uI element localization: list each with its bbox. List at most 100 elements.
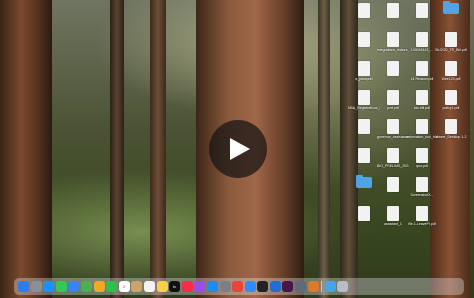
desktop-file-icon[interactable]: automation_tool_trial_assessment <box>406 119 438 139</box>
document-icon <box>358 61 370 76</box>
document-icon <box>416 32 428 47</box>
desktop-file-icon[interactable] <box>348 175 380 189</box>
desktop-file-label: integrations_lecture_trial_assessment <box>377 48 409 52</box>
desktop: a_passport NBA_Registrations_Passport.pdf… <box>0 0 474 298</box>
desktop-file-label: port.pdf <box>387 106 399 110</box>
desktop-file-icon[interactable] <box>435 1 467 15</box>
document-icon <box>416 61 428 76</box>
dock: 2 tv <box>14 278 464 295</box>
messages-icon[interactable] <box>55 281 67 292</box>
tree-trunk <box>0 0 52 298</box>
desktop-file-label: a_passport <box>355 77 373 81</box>
photos-icon[interactable] <box>93 281 105 292</box>
desktop-file-icon[interactable] <box>348 206 380 222</box>
preview-icon[interactable] <box>295 281 307 292</box>
music-icon[interactable] <box>181 281 193 292</box>
app-icon[interactable] <box>307 281 319 292</box>
desktop-file-label: file.1-LeavePr.pdf <box>408 222 436 226</box>
desktop-file-icon[interactable]: BIO_PRELIMS_2024_... <box>377 148 409 168</box>
notes-icon[interactable] <box>156 281 168 292</box>
desktop-file-icon[interactable]: BLOOD_TR_Bill.pdf <box>435 32 467 52</box>
desktop-file-icon[interactable] <box>377 3 409 19</box>
desktop-file-icon[interactable]: assistant_1 <box>377 206 409 226</box>
trash-icon[interactable] <box>337 281 349 292</box>
document-icon <box>387 206 399 221</box>
desktop-file-icon[interactable]: NBA_Registrations_Passport.pdf <box>348 90 380 110</box>
folder-icon <box>443 1 459 14</box>
desktop-file-label: NBA_Registrations_Passport.pdf <box>348 106 380 110</box>
document-icon <box>387 119 399 134</box>
desktop-file-label: BIO_PRELIMS_2024_... <box>377 164 409 168</box>
system-settings-icon[interactable] <box>219 281 231 292</box>
desktop-file-icon[interactable] <box>377 61 409 77</box>
document-icon <box>387 148 399 163</box>
contacts-icon[interactable] <box>131 281 143 292</box>
launchpad-icon[interactable] <box>30 281 42 292</box>
folder-icon <box>356 175 372 188</box>
document-icon <box>358 119 370 134</box>
reminders-icon[interactable] <box>143 281 155 292</box>
desktop-file-label: BLOOD_TR_Bill.pdf <box>435 48 467 52</box>
desktop-file-icon[interactable] <box>406 3 438 19</box>
desktop-file-label: ScreenshotX... <box>410 193 434 197</box>
desktop-file-icon[interactable]: 14 Reason.pdf <box>406 61 438 81</box>
desktop-file-label: Wazer_Desktop 1-2 <box>435 135 467 139</box>
app-store-icon[interactable] <box>206 281 218 292</box>
mail-icon[interactable] <box>68 281 80 292</box>
desktop-file-icon[interactable]: qua.pdf <box>406 148 438 168</box>
dock-separator <box>321 281 323 292</box>
play-icon <box>230 138 250 160</box>
desktop-file-icon[interactable]: Wazer_Desktop 1-2 <box>435 119 467 139</box>
desktop-file-icon[interactable] <box>348 3 380 19</box>
tree-trunk <box>318 0 330 298</box>
desktop-file-label: qua.pdf <box>416 164 428 168</box>
desktop-file-label: policy1.pdf <box>442 106 460 110</box>
desktop-file-label: Wire123.pdf <box>441 77 461 81</box>
desktop-file-icon[interactable]: governor_assistance <box>377 119 409 139</box>
zoom-icon[interactable] <box>244 281 256 292</box>
document-icon <box>387 3 399 18</box>
document-icon <box>358 206 370 221</box>
document-icon <box>416 90 428 105</box>
desktop-file-icon[interactable]: ScreenshotX... <box>406 177 438 197</box>
desktop-file-icon[interactable] <box>348 119 380 135</box>
desktop-file-icon[interactable]: port.pdf <box>377 90 409 110</box>
document-icon <box>387 32 399 47</box>
desktop-file-icon[interactable]: Wire123.pdf <box>435 61 467 81</box>
document-icon <box>445 32 457 47</box>
slack-icon[interactable] <box>282 281 294 292</box>
calendar-icon[interactable]: 2 <box>118 281 130 292</box>
finder-icon[interactable] <box>18 281 29 292</box>
safari-icon[interactable] <box>43 281 55 292</box>
facetime-icon[interactable] <box>106 281 118 292</box>
document-icon <box>358 32 370 47</box>
document-icon <box>416 177 428 192</box>
downloads-folder-icon[interactable] <box>324 281 336 292</box>
desktop-file-icon[interactable]: tax-bill.pdf <box>406 90 438 110</box>
vscode-icon[interactable] <box>269 281 281 292</box>
desktop-file-icon[interactable]: file.1-LeavePr.pdf <box>406 206 438 226</box>
desktop-file-label: 100043443_... <box>410 48 434 52</box>
tree-trunk <box>110 0 124 298</box>
maps-icon[interactable] <box>80 281 92 292</box>
document-icon <box>416 148 428 163</box>
document-icon <box>416 3 428 18</box>
desktop-file-icon[interactable]: 100043443_... <box>406 32 438 52</box>
desktop-file-icon[interactable] <box>348 148 380 164</box>
desktop-file-icon[interactable]: a_passport <box>348 61 380 81</box>
apple-tv-icon[interactable]: tv <box>169 281 181 292</box>
video-play-button[interactable] <box>209 120 267 178</box>
desktop-file-label: governor_assistance <box>377 135 409 139</box>
desktop-file-icon[interactable]: integrations_lecture_trial_assessment <box>377 32 409 52</box>
desktop-file-label: automation_tool_trial_assessment <box>406 135 438 139</box>
desktop-file-icon[interactable] <box>348 32 380 48</box>
terminal-icon[interactable] <box>257 281 269 292</box>
dock-item-badge-text: 2 <box>123 284 126 289</box>
desktop-file-label: tax-bill.pdf <box>414 106 430 110</box>
podcasts-icon[interactable] <box>194 281 206 292</box>
document-icon <box>445 61 457 76</box>
desktop-file-icon[interactable] <box>377 177 409 193</box>
desktop-file-icon[interactable]: policy1.pdf <box>435 90 467 110</box>
document-icon <box>358 148 370 163</box>
chrome-icon[interactable] <box>232 281 244 292</box>
